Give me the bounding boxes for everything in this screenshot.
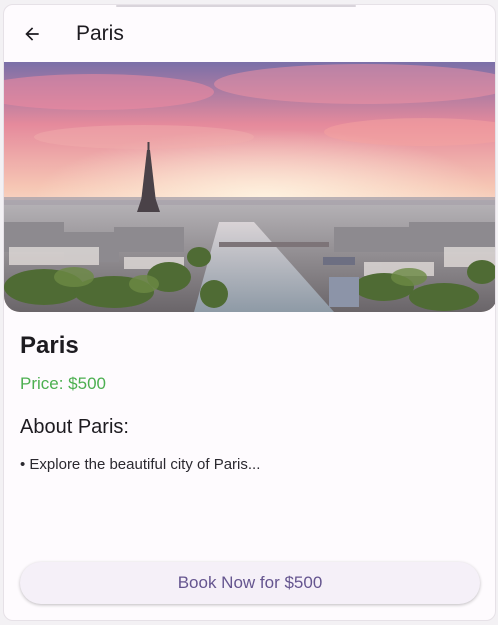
app-bar: Paris — [4, 5, 495, 63]
destination-title: Paris — [20, 332, 79, 359]
about-list-item: • Explore the beautiful city of Paris... — [20, 456, 261, 473]
price-label: Price: $500 — [20, 374, 106, 393]
back-button[interactable] — [12, 14, 52, 54]
arrow-back-icon — [25, 27, 39, 41]
app-screen: Paris Paris Price: $500 About Paris: • E… — [3, 4, 496, 621]
book-now-button[interactable]: Book Now for $500 — [20, 562, 480, 604]
hero-image — [4, 62, 495, 312]
about-heading: About Paris: — [20, 416, 129, 438]
page-title: Paris — [76, 22, 124, 45]
